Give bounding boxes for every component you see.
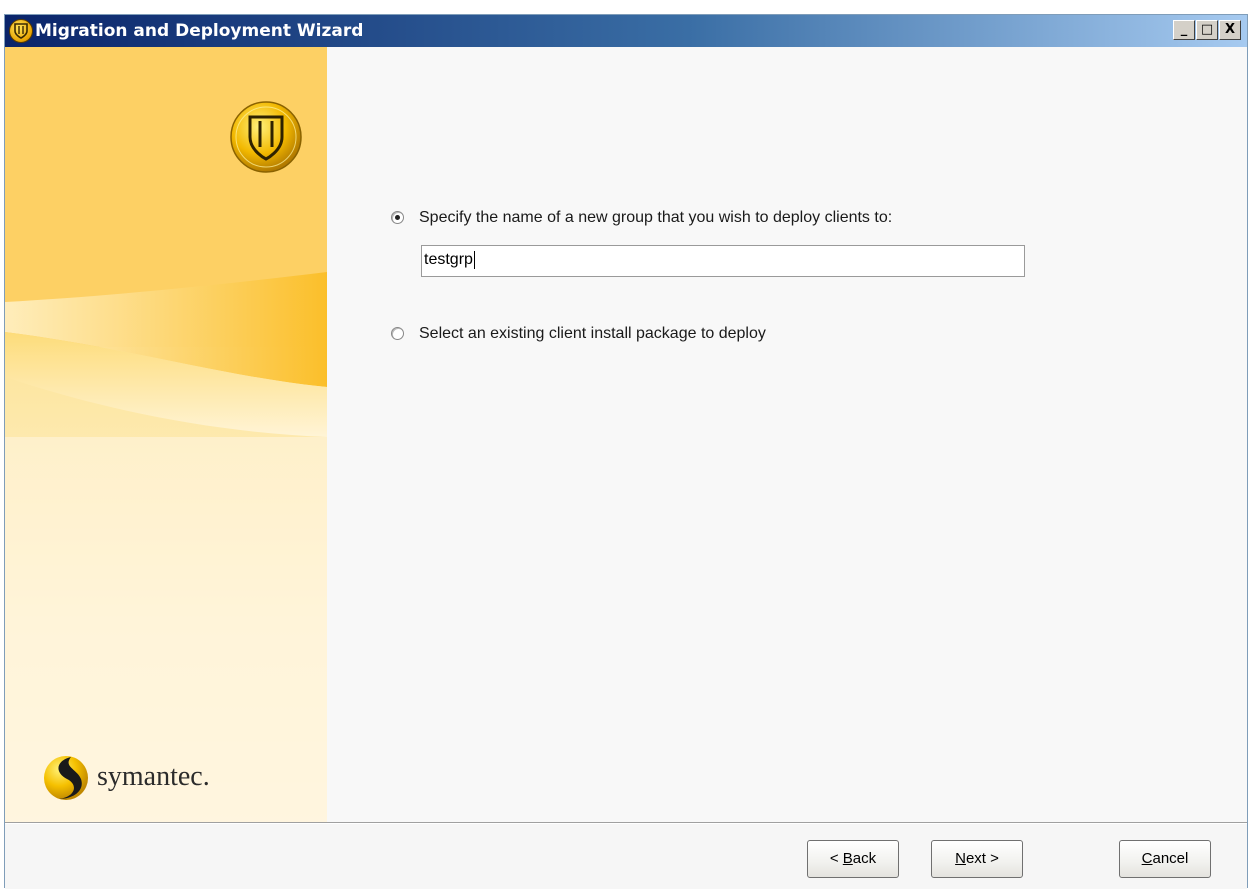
existing-package-label[interactable]: Select an existing client install packag…: [419, 325, 766, 343]
window-title: Migration and Deployment Wizard: [35, 21, 364, 41]
maximize-icon[interactable]: □: [1196, 20, 1218, 40]
back-button-accel: B: [842, 850, 853, 867]
wizard-content: Specify the name of a new group that you…: [327, 47, 1247, 822]
back-button-post: ack: [852, 850, 877, 867]
button-bar: < Back Next > Cancel: [5, 824, 1247, 889]
new-group-label[interactable]: Specify the name of a new group that you…: [419, 209, 892, 227]
group-name-value: testgrp: [424, 251, 473, 269]
back-button[interactable]: < Back: [807, 840, 899, 878]
app-shield-icon: [9, 19, 33, 43]
cancel-button-accel: C: [1141, 850, 1153, 867]
cancel-button[interactable]: Cancel: [1119, 840, 1211, 878]
wizard-banner: symantec.: [5, 47, 327, 822]
symantec-logo-icon: [44, 756, 88, 800]
next-button-accel: N: [955, 850, 966, 867]
shield-icon: [228, 99, 304, 175]
wizard-window: Migration and Deployment Wizard _ □ X sy…: [4, 14, 1248, 889]
close-icon[interactable]: X: [1219, 20, 1241, 40]
new-group-radio[interactable]: [391, 211, 404, 224]
symantec-logo: symantec.: [41, 749, 301, 809]
cancel-button-post: ancel: [1152, 850, 1189, 867]
text-caret: [473, 251, 475, 269]
radio-selected-dot: [395, 215, 400, 220]
minimize-icon[interactable]: _: [1173, 20, 1195, 40]
title-bar[interactable]: Migration and Deployment Wizard _ □ X: [5, 15, 1247, 47]
next-button[interactable]: Next >: [931, 840, 1023, 878]
existing-package-radio[interactable]: [391, 327, 404, 340]
next-button-post: ext >: [965, 850, 999, 867]
back-button-pre: <: [829, 850, 843, 867]
group-name-input[interactable]: testgrp: [421, 245, 1025, 277]
symantec-wordmark: symantec.: [97, 761, 210, 792]
